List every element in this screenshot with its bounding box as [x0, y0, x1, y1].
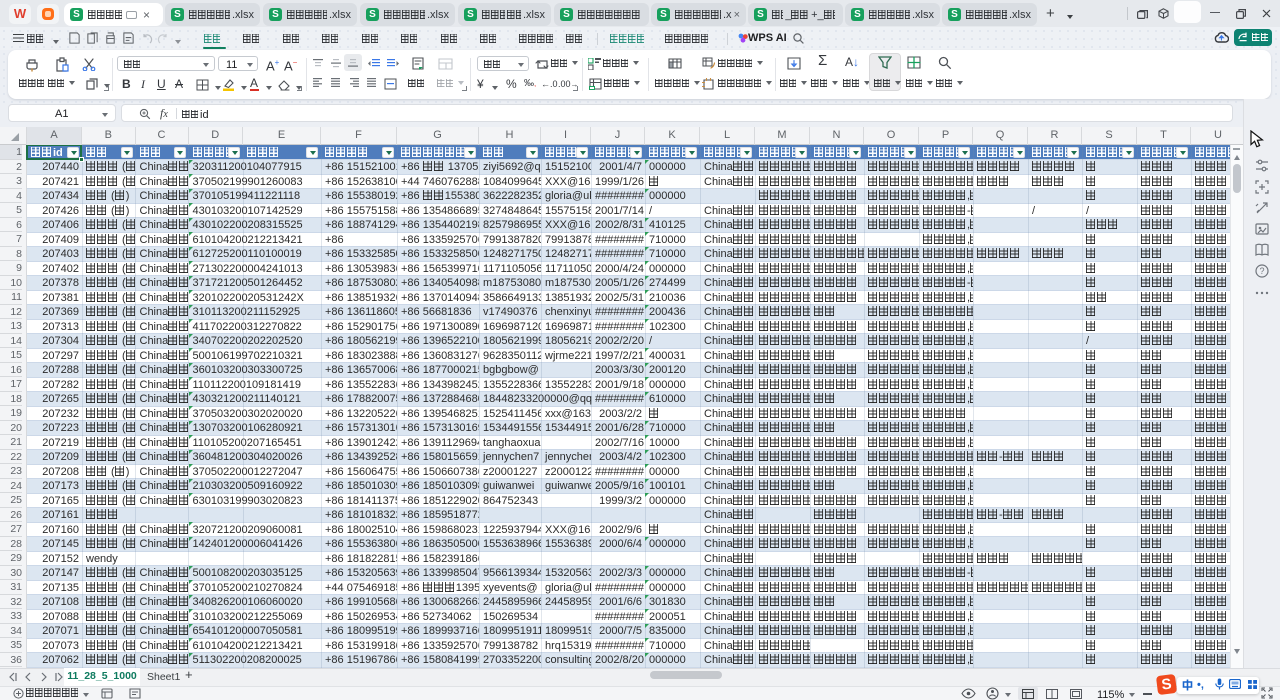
svg-text:?: ?	[1260, 266, 1265, 276]
